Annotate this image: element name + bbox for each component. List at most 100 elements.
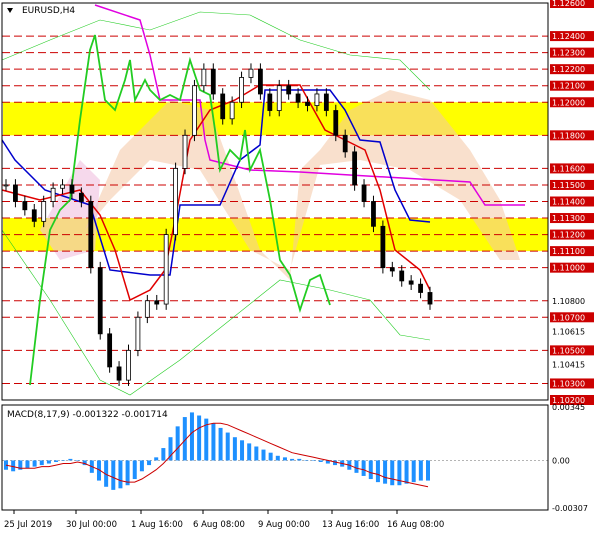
y-tick-label: 1.11300: [552, 214, 585, 223]
macd-bar: [282, 457, 287, 461]
candle-body: [210, 68, 216, 95]
macd-bar: [290, 458, 295, 461]
macd-bar: [318, 460, 323, 462]
y-tick-label: 1.10800: [552, 297, 585, 306]
candle: [220, 88, 226, 125]
macd-bar: [111, 460, 116, 490]
x-tick-label: 9 Aug 00:00: [258, 520, 310, 530]
candle-body: [220, 93, 226, 120]
candle-body: [31, 209, 37, 222]
candle: [257, 63, 263, 100]
macd-bar: [46, 460, 51, 464]
collapse-triangle-icon[interactable]: [7, 8, 13, 13]
candle-body: [361, 184, 367, 202]
y-tick-label: 1.11100: [552, 247, 585, 256]
macd-bar: [232, 437, 237, 461]
yellow-zone: [3, 102, 548, 136]
y-tick-label: 1.12100: [552, 82, 585, 91]
candle-body: [182, 134, 188, 169]
candle: [182, 129, 188, 175]
candle: [210, 63, 216, 100]
candle: [352, 146, 358, 191]
macd-bar: [368, 460, 373, 480]
y-tick-label: 1.11600: [552, 164, 585, 173]
candle-body: [135, 316, 141, 351]
candle: [126, 344, 131, 386]
macd-bar: [32, 460, 37, 467]
y-tick-label: 1.12300: [552, 49, 585, 58]
macd-bar: [268, 452, 273, 461]
candle-body: [116, 366, 122, 381]
candle-body: [13, 184, 18, 202]
candle: [107, 328, 113, 373]
macd-bar: [175, 426, 180, 461]
candle-body: [314, 93, 320, 106]
bollinger-band: [1, 11, 431, 91]
candle: [408, 275, 414, 290]
candle-body: [257, 68, 263, 95]
candle-body: [107, 333, 113, 368]
macd-bar: [375, 460, 380, 483]
price-pane[interactable]: [1, 2, 548, 401]
candle: [116, 361, 122, 386]
candle-body: [201, 68, 207, 87]
candle-body: [126, 349, 131, 381]
candle-body: [144, 300, 150, 318]
candle: [380, 220, 386, 274]
candle-body: [163, 234, 169, 305]
candle: [13, 179, 18, 208]
macd-y-tick-label: 0.00345: [552, 403, 585, 412]
candle: [333, 104, 339, 142]
candle-body: [50, 187, 56, 202]
candle: [286, 79, 292, 100]
candle-body: [418, 283, 423, 293]
macd-bar: [254, 446, 259, 461]
macd-bar: [75, 460, 80, 461]
candle: [361, 179, 367, 208]
candle: [371, 195, 376, 233]
candle-body: [248, 68, 254, 78]
y-tick-label: 1.11200: [552, 231, 585, 240]
y-tick-label: 1.10700: [552, 313, 585, 322]
candle: [399, 265, 405, 287]
macd-bar: [404, 460, 409, 484]
candle-body: [60, 184, 65, 189]
macd-bar: [297, 458, 302, 461]
candle: [135, 311, 141, 357]
candle-body: [173, 168, 179, 235]
macd-bar: [361, 460, 366, 476]
macd-bar: [304, 460, 309, 461]
candle-body: [154, 300, 160, 305]
macd-bar: [132, 460, 137, 480]
candle-body: [342, 134, 348, 153]
candle-body: [371, 201, 376, 227]
candle: [201, 63, 207, 92]
x-tick-label: 1 Aug 16:00: [131, 520, 183, 530]
macd-bar: [411, 460, 416, 483]
candle: [389, 261, 395, 277]
macd-bar: [197, 415, 202, 461]
macd-bar: [39, 460, 44, 466]
candle-body: [389, 267, 395, 272]
y-tick-label: 1.12600: [552, 0, 585, 8]
macd-signal-line: [5, 422, 429, 488]
trading-chart[interactable]: 1.12600 1.12400 1.12300 1.12200 1.12100 1.120…: [0, 0, 595, 532]
macd-title: MACD(8,17,9) -0.001322 -0.001714: [7, 410, 168, 420]
y-tick-label: 1.10615: [552, 327, 585, 336]
y-tick-label: 1.12400: [552, 32, 585, 41]
candle-body: [427, 292, 433, 305]
macd-y-tick-label: 0.00: [552, 456, 570, 465]
candle-body: [41, 201, 47, 222]
macd-pane[interactable]: [2, 412, 548, 490]
candle-body: [352, 151, 358, 186]
candle-body: [239, 77, 244, 103]
candle-body: [3, 184, 9, 187]
macd-bar: [25, 460, 30, 469]
candle-body: [276, 85, 282, 111]
candle: [418, 278, 423, 299]
macd-bar: [54, 460, 59, 462]
macd-bar: [147, 460, 152, 466]
chart-svg[interactable]: 1.12600 1.12400 1.12300 1.12200 1.12100 1.120…: [0, 0, 595, 532]
candle: [154, 294, 160, 310]
macd-bar: [139, 460, 144, 472]
